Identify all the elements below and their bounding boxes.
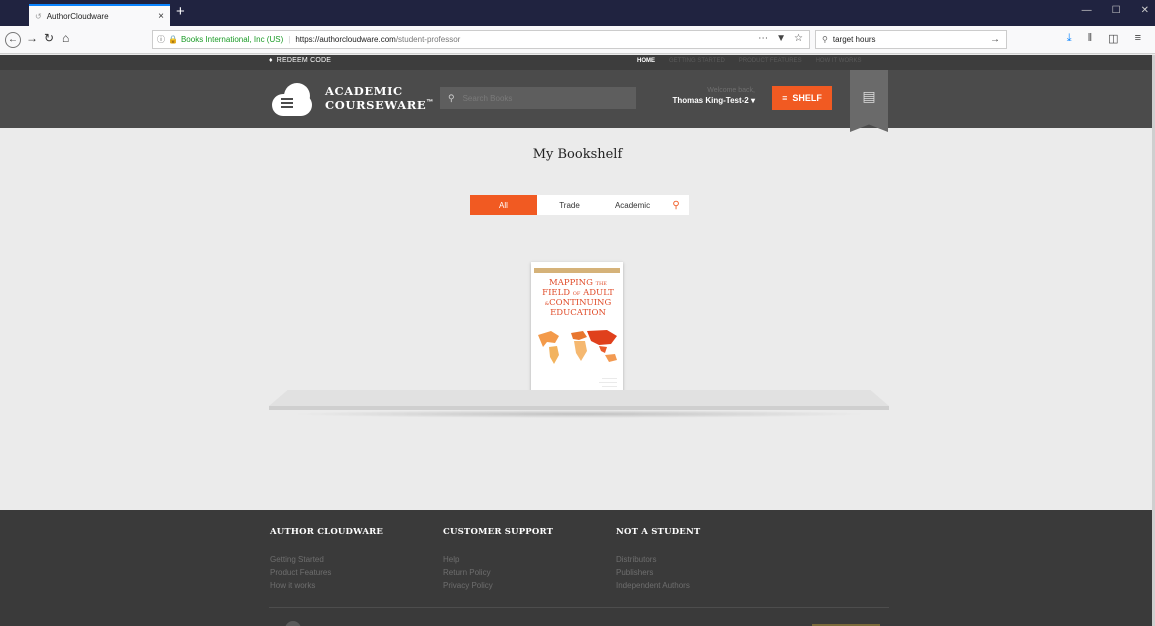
filter-search-icon[interactable]: ⚲ (663, 195, 689, 215)
bookshelf-shadow (289, 410, 869, 418)
footer-heading: NOT A STUDENT (616, 527, 701, 537)
home-icon[interactable]: ⌂ (62, 31, 69, 45)
footer-link-independent-authors[interactable]: Independent Authors (616, 579, 700, 592)
user-name: Thomas King-Test-2 ▾ (672, 96, 755, 105)
forward-icon[interactable]: → (26, 31, 38, 45)
page-actions-icon[interactable]: ⋯ (758, 33, 768, 44)
menu-lines-icon: ≡ (782, 93, 788, 103)
footer-heading: CUSTOMER SUPPORT (443, 527, 554, 537)
pocket-icon[interactable]: ▼ (776, 33, 786, 44)
footer-link-help[interactable]: Help (443, 553, 553, 566)
reload-icon[interactable]: ↻ (44, 31, 54, 45)
book-cover[interactable]: MAPPING THE FIELD OF ADULT &CONTINUING E… (531, 262, 623, 397)
browser-tab[interactable]: ↺ AuthorCloudware × (29, 4, 170, 26)
footer-column-not-a-student: NOT A STUDENT Distributors Publishers In… (616, 527, 700, 592)
cover-band (534, 268, 620, 273)
footer-link-how-it-works[interactable]: How it works (270, 579, 383, 592)
cart-ribbon[interactable]: ▤ (850, 70, 888, 132)
filter-tabs: All Trade Academic ⚲ (470, 195, 689, 215)
cloud-logo-icon (269, 80, 313, 116)
bookmark-star-icon[interactable]: ☆ (794, 33, 803, 44)
footer-logo-icon (285, 621, 301, 626)
window-controls: — ☐ ✕ (1082, 5, 1149, 16)
user-menu[interactable]: Welcome back, Thomas King-Test-2 ▾ (640, 87, 755, 105)
search-placeholder: Search Books (462, 93, 513, 103)
browser-navbar: ← → ↻ ⌂ ⓘ 🔒 Books International, Inc (US… (0, 26, 1155, 54)
sidebar-icon[interactable]: ◫ (1108, 32, 1118, 45)
footer-link-privacy-policy[interactable]: Privacy Policy (443, 579, 553, 592)
world-map-illustration (538, 330, 617, 364)
nav-getting-started[interactable]: GETTING STARTED (669, 58, 725, 64)
favicon-icon: ↺ (35, 11, 42, 21)
browser-search-input[interactable]: ⚲ target hours → (815, 30, 1007, 49)
tab-title: AuthorCloudware (46, 11, 109, 21)
download-icon[interactable]: ⤓ (1067, 32, 1072, 45)
footer-column-author-cloudware: AUTHOR CLOUDWARE Getting Started Product… (270, 527, 383, 592)
footer-link-publishers[interactable]: Publishers (616, 566, 700, 579)
nav-home[interactable]: HOME (637, 58, 655, 64)
toolbar-icons: ⤓ ‖ ◫ ≡ (1067, 32, 1141, 45)
minimize-icon[interactable]: — (1082, 5, 1092, 16)
footer-link-getting-started[interactable]: Getting Started (270, 553, 383, 566)
footer-divider (269, 607, 889, 608)
page-title: My Bookshelf (532, 147, 623, 162)
nav-how-it-works[interactable]: HOW IT WORKS (816, 58, 862, 64)
search-icon: ⚲ (822, 35, 828, 44)
nav-product-features[interactable]: PRODUCT FEATURES (739, 58, 802, 64)
close-window-icon[interactable]: ✕ (1141, 5, 1149, 16)
menu-icon[interactable]: ≡ (1135, 32, 1141, 45)
info-icon[interactable]: ⓘ (157, 34, 165, 45)
shelf-button[interactable]: ≡ SHELF (772, 86, 832, 110)
browser-tab-bar: ↺ AuthorCloudware × + — ☐ ✕ (0, 0, 1155, 26)
tag-icon: ♦ (269, 57, 273, 64)
bookshelf (269, 390, 889, 406)
book-title: MAPPING THE FIELD OF ADULT &CONTINUING E… (542, 278, 614, 318)
site-logo[interactable]: ACADEMIC COURSEWARE™ (269, 80, 434, 116)
lock-icon[interactable]: 🔒 (168, 35, 178, 44)
filter-trade[interactable]: Trade (537, 195, 602, 215)
site-header: ACADEMIC COURSEWARE™ ⚲ Search Books Welc… (0, 70, 1155, 128)
footer-column-customer-support: CUSTOMER SUPPORT Help Return Policy Priv… (443, 527, 553, 592)
library-icon[interactable]: ‖ (1088, 32, 1093, 45)
new-tab-icon[interactable]: + (176, 3, 185, 20)
welcome-text: Welcome back, (707, 87, 755, 94)
search-go-icon[interactable]: → (990, 34, 1000, 45)
back-icon[interactable]: ← (5, 32, 21, 48)
top-nav: HOME GETTING STARTED PRODUCT FEATURES HO… (637, 58, 861, 64)
site-top-strip: ♦ REDEEM CODE HOME GETTING STARTED PRODUC… (0, 55, 1155, 70)
search-value: target hours (832, 35, 876, 44)
tab-close-icon[interactable]: × (158, 11, 164, 22)
logo-text: ACADEMIC COURSEWARE™ (325, 84, 434, 112)
footer-link-return-policy[interactable]: Return Policy (443, 566, 553, 579)
footer-link-distributors[interactable]: Distributors (616, 553, 700, 566)
maximize-icon[interactable]: ☐ (1112, 5, 1121, 16)
url-organization: Books International, Inc (US) (180, 35, 284, 44)
url-host: https://authorcloudware.com (295, 35, 396, 44)
search-icon: ⚲ (448, 92, 455, 103)
book-authors: ————— —————— ————— (599, 376, 617, 388)
filter-academic[interactable]: Academic (602, 195, 663, 215)
url-path: /student-professor (395, 35, 461, 44)
footer-heading: AUTHOR CLOUDWARE (270, 527, 384, 537)
site-footer: AUTHOR CLOUDWARE Getting Started Product… (0, 510, 1155, 626)
footer-link-product-features[interactable]: Product Features (270, 566, 383, 579)
filter-all[interactable]: All (470, 195, 537, 215)
redeem-code-link[interactable]: ♦ REDEEM CODE (269, 57, 331, 64)
site-search-input[interactable]: ⚲ Search Books (440, 87, 636, 109)
url-bar[interactable]: ⓘ 🔒 Books International, Inc (US) | http… (152, 30, 810, 49)
